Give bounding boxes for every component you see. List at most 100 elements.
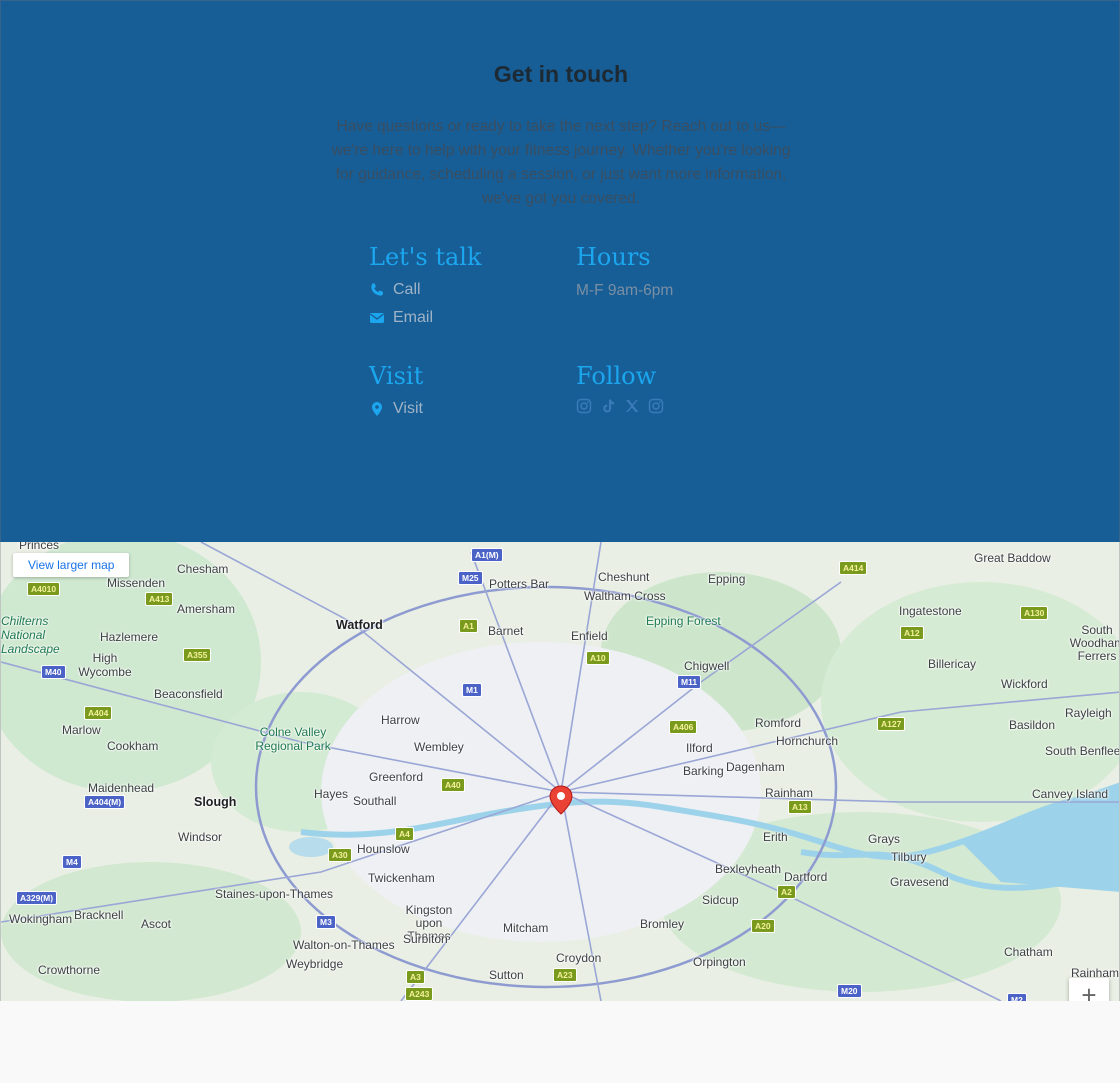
road-shield: M2 <box>1007 993 1027 1001</box>
place-label: Grays <box>868 832 901 846</box>
place-label: Waltham Cross <box>584 589 666 603</box>
place-label: Rayleigh <box>1065 706 1112 720</box>
place-label: Watford <box>336 618 383 632</box>
social-links <box>576 398 664 414</box>
call-link[interactable]: Call <box>369 276 482 304</box>
place-label: Ingatestone <box>899 604 962 618</box>
place-label: Chilterns National Landscape <box>1 614 60 656</box>
place-label: Wickford <box>1001 677 1048 691</box>
place-label: South Woodham Ferrers <box>1069 623 1120 663</box>
place-label: Canvey Island <box>1032 787 1109 801</box>
lets-talk-heading: Let's talk <box>369 243 482 271</box>
x-icon[interactable] <box>624 398 640 414</box>
place-label: Missenden <box>107 576 166 590</box>
place-label: Surbiton <box>403 932 448 946</box>
place-label: Ilford <box>686 741 713 755</box>
place-label: Chesham <box>177 562 229 576</box>
place-label: High Wycombe <box>78 651 132 679</box>
view-larger-map-link[interactable]: View larger map <box>13 553 130 577</box>
tiktok-icon[interactable] <box>600 398 616 414</box>
road-shield: A130 <box>1020 606 1049 620</box>
place-label: Orpington <box>693 955 746 969</box>
follow-block: Follow <box>576 361 664 414</box>
road-shield: A13 <box>788 800 812 814</box>
embedded-map[interactable]: View larger map Princes Chesham Missende… <box>0 542 1120 1001</box>
place-label: Gravesend <box>890 875 949 889</box>
email-link[interactable]: Email <box>369 304 482 332</box>
place-label: Potters Bar <box>489 577 550 591</box>
place-label: Rainham <box>765 786 814 800</box>
place-label: Cookham <box>107 739 159 753</box>
place-label: Erith <box>763 830 788 844</box>
place-label: Barnet <box>488 624 524 638</box>
road-shield: M11 <box>677 675 702 689</box>
place-label: Staines-upon-Thames <box>215 887 334 901</box>
place-label: Amersham <box>177 602 236 616</box>
place-label: Romford <box>755 716 802 730</box>
road-shield: A20 <box>751 919 775 933</box>
road-shield: A1(M) <box>471 548 503 562</box>
road-shield: A40 <box>441 778 465 792</box>
follow-heading: Follow <box>576 362 657 390</box>
place-label: Basildon <box>1009 718 1056 732</box>
visit-link[interactable]: Visit <box>369 395 423 423</box>
place-label: Beaconsfield <box>154 687 223 701</box>
instagram-icon[interactable] <box>576 398 592 414</box>
contact-section: Get in touch Have questions or ready to … <box>0 0 1120 542</box>
visit-label: Visit <box>393 400 423 417</box>
place-label: Slough <box>194 795 237 809</box>
road-shield: A329(M) <box>16 891 58 905</box>
road-shield: A414 <box>839 561 868 575</box>
map-marker-icon <box>372 402 382 416</box>
place-label: Chigwell <box>684 659 730 673</box>
place-label: Ascot <box>141 917 172 931</box>
place-label: Bromley <box>640 917 685 931</box>
place-label: Bracknell <box>74 908 124 922</box>
page-title: Get in touch <box>493 61 629 87</box>
envelope-icon <box>370 313 384 323</box>
road-shield: A413 <box>145 592 174 606</box>
lets-talk-block: Let's talk Call Email <box>369 242 482 332</box>
place-label: Tilbury <box>891 850 927 864</box>
instagram-icon[interactable] <box>648 398 664 414</box>
place-label: Hazlemere <box>100 630 159 644</box>
road-shield: A4 <box>395 827 414 841</box>
place-label: Weybridge <box>286 957 344 971</box>
road-shield: M20 <box>837 984 862 998</box>
place-label: Sidcup <box>702 893 739 907</box>
intro-text: Have questions or ready to take the next… <box>331 118 791 207</box>
road-shield: A406 <box>669 720 698 734</box>
place-label: Billericay <box>928 657 977 671</box>
zoom-in-button[interactable]: + <box>1069 978 1109 1001</box>
road-shield: A4010 <box>27 582 61 596</box>
place-label: Sutton <box>489 968 524 982</box>
road-shield: A127 <box>877 717 906 731</box>
place-label: Wembley <box>414 740 464 754</box>
place-label: Cheshunt <box>598 570 650 584</box>
place-label: Great Baddow <box>974 551 1051 565</box>
place-label: Hornchurch <box>776 734 839 748</box>
hours-text: M-F 9am-6pm <box>576 282 674 299</box>
road-shield: M4 <box>62 855 82 869</box>
road-shield: A355 <box>183 648 212 662</box>
road-shield: A3 <box>406 970 425 984</box>
place-label: Twickenham <box>368 871 435 885</box>
place-label: Hayes <box>314 787 349 801</box>
map-pin-icon[interactable] <box>548 785 574 815</box>
place-label: Dartford <box>784 870 828 884</box>
road-shield: A12 <box>900 626 924 640</box>
place-label: Hounslow <box>357 842 410 856</box>
place-label: Princes <box>19 542 60 552</box>
road-shield: M40 <box>41 665 66 679</box>
place-label: Colne Valley Regional Park <box>255 725 331 753</box>
place-label: Enfield <box>571 629 608 643</box>
place-label: Marlow <box>62 723 101 737</box>
place-label: Barking <box>683 764 724 778</box>
road-shield: A2 <box>777 885 796 899</box>
place-label: Dagenham <box>726 760 785 774</box>
phone-icon <box>371 283 384 296</box>
road-shield: A404 <box>84 706 113 720</box>
hours-heading: Hours <box>576 243 651 271</box>
hours-block: Hours M-F 9am-6pm <box>576 242 673 300</box>
place-label: Mitcham <box>503 921 549 935</box>
